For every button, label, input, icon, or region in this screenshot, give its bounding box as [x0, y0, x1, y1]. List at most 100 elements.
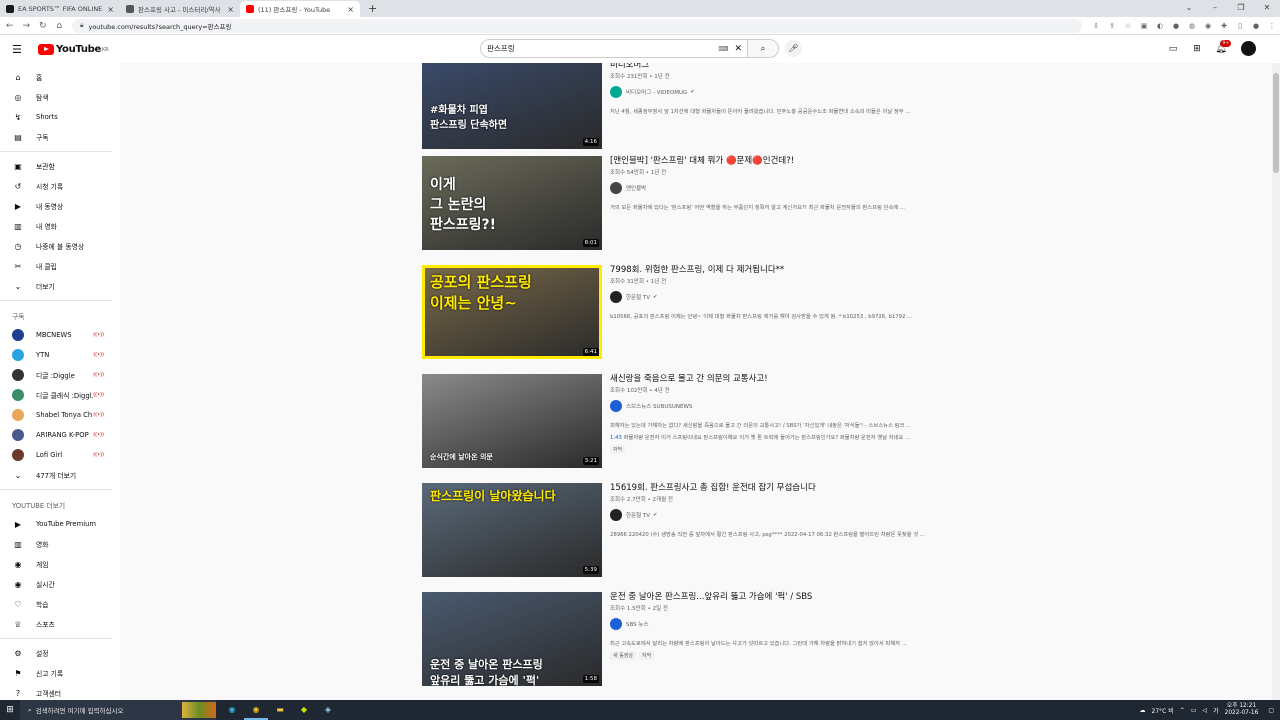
- sidebar-item[interactable]: ⚑ 신고 기록: [0, 663, 112, 683]
- subscription-item[interactable]: MBCNEWS ((•)): [0, 325, 112, 345]
- sidebar-item[interactable]: ▥ 내 영화: [0, 216, 112, 236]
- sidebar-item[interactable]: ◉ 게임: [0, 554, 112, 574]
- subscription-item[interactable]: 디글 클래식 :Diggl... ((•)): [0, 385, 112, 405]
- extension-icon[interactable]: ●: [1168, 22, 1184, 30]
- notification-center-icon[interactable]: ▢: [1268, 707, 1274, 714]
- sidebar-item[interactable]: ▶ 내 동영상: [0, 196, 112, 216]
- sidebar-item[interactable]: ▤ 구독: [0, 127, 112, 147]
- show-more-subscriptions[interactable]: ⌄ 477개 더보기: [0, 465, 112, 485]
- sidebar-item[interactable]: ♕ 스포츠: [0, 614, 112, 634]
- channel-info[interactable]: SBS 뉴스: [610, 618, 970, 630]
- video-thumbnail[interactable]: 순식간에 날아온 의문 3:21: [422, 374, 602, 468]
- puzzle-icon[interactable]: ✚: [1216, 22, 1232, 30]
- chapter-timestamp[interactable]: 1:43: [610, 435, 622, 441]
- extension-icon[interactable]: ◉: [1200, 22, 1216, 30]
- sidebar-item[interactable]: ↯ Shorts: [0, 107, 112, 127]
- sidebar-item[interactable]: ⚙ 설정: [0, 643, 112, 663]
- clear-search-icon[interactable]: ✕: [734, 44, 742, 54]
- forward-icon[interactable]: →: [20, 21, 34, 31]
- channel-name[interactable]: 비디오머그 - VIDEOMUG: [626, 88, 687, 96]
- avatar[interactable]: [1241, 41, 1256, 56]
- video-title[interactable]: 운전 중 날아온 판스프링...앞유리 뚫고 가슴에 '퍽' / SBS: [610, 592, 970, 603]
- extension-icon[interactable]: ◍: [1184, 22, 1200, 30]
- sidebar-icon[interactable]: ▯: [1232, 22, 1248, 30]
- browser-tab-active[interactable]: (11) 판스프링 - YouTube ×: [240, 1, 360, 17]
- extension-icon[interactable]: ▣: [1136, 22, 1152, 30]
- sidebar-item[interactable]: ♡ 학습: [0, 594, 112, 614]
- page-scrollbar[interactable]: [1272, 63, 1280, 700]
- channel-info[interactable]: 스브스뉴스 SUBUSUNEWS: [610, 400, 970, 412]
- channel-name[interactable]: SBS 뉴스: [626, 620, 649, 628]
- video-result[interactable]: 운전 중 날아온 판스프링 앞유리 뚫고 가슴에 '퍽' 1:58 운전 중 날아온…: [422, 592, 982, 694]
- channel-name[interactable]: 한문철 TV: [626, 293, 650, 301]
- video-title[interactable]: 15619회. 판스프링사고 총 집합! 운전대 잡기 무섭습니다: [610, 483, 970, 494]
- youtube-logo[interactable]: YouTube KR: [38, 43, 109, 55]
- sidebar-item[interactable]: ◎ 탐색: [0, 87, 112, 107]
- windows-start-icon[interactable]: ⊞: [0, 705, 20, 715]
- video-title[interactable]: 새신랑을 죽음으로 몰고 간 의문의 교통사고!: [610, 374, 970, 385]
- hamburger-menu-icon[interactable]: ☰: [12, 43, 28, 56]
- tray-arrow-icon[interactable]: ⌃: [1180, 707, 1185, 714]
- new-tab-icon[interactable]: +: [368, 1, 377, 17]
- close-icon[interactable]: ×: [107, 5, 114, 14]
- sidebar-item[interactable]: ▶ YouTube Premium: [0, 514, 112, 534]
- home-icon[interactable]: ⌂: [53, 21, 67, 31]
- channel-name[interactable]: 한문철 TV: [626, 511, 650, 519]
- channel-info[interactable]: 맨인블박: [610, 182, 970, 194]
- sidebar-item[interactable]: ▥ 영화: [0, 534, 112, 554]
- subscription-item[interactable]: Lofi Girl ((•)): [0, 445, 112, 465]
- edge-icon[interactable]: ◉: [220, 700, 244, 720]
- menu-icon[interactable]: ⋮: [1264, 22, 1280, 30]
- channel-info[interactable]: 비디오머그 - VIDEOMUG ✔: [610, 86, 970, 98]
- video-title[interactable]: 7998회. 위험한 판스프링, 이제 다 제거됩니다**: [610, 265, 970, 276]
- profile-icon[interactable]: ●: [1248, 22, 1264, 30]
- video-thumbnail[interactable]: 공포의 판스프링 이제는 안녕~ 6:41: [422, 265, 602, 359]
- back-icon[interactable]: ←: [3, 21, 17, 31]
- minimize-icon[interactable]: –: [1202, 0, 1228, 16]
- browser-tab[interactable]: 판스프링 사고 - 미스터리/역사 ×: [120, 1, 240, 17]
- video-thumbnail[interactable]: 이게 그 논란의 판스프링?! 8:01: [422, 156, 602, 250]
- video-thumbnail[interactable]: #화물차 피엽 판스프링 단속하면 4:16: [422, 63, 602, 149]
- video-title[interactable]: [맨인블박] '판스프링' 대체 뭐가 🔴문제🔴인건데?!: [610, 156, 970, 167]
- channel-info[interactable]: 한문철 TV ✔: [610, 509, 970, 521]
- video-result[interactable]: #화물차 피엽 판스프링 단속하면 4:16 비디오머그 조회수 231만회 • 1년…: [422, 63, 982, 165]
- collapse-icon[interactable]: ⌄: [1176, 0, 1202, 16]
- app-icon[interactable]: ◆: [292, 700, 316, 720]
- file-explorer-icon[interactable]: ▬: [268, 700, 292, 720]
- video-thumbnail[interactable]: 판스프링이 날아왔습니다 5:39: [422, 483, 602, 577]
- bookmark-icon[interactable]: ☆: [1120, 22, 1136, 30]
- search-button[interactable]: ⌕: [748, 39, 779, 58]
- subscription-item[interactable]: Shabel Tonya Ch ((•)): [0, 405, 112, 425]
- ime-icon[interactable]: 가: [1213, 706, 1219, 715]
- close-icon[interactable]: ×: [227, 5, 234, 14]
- close-icon[interactable]: ×: [347, 5, 354, 14]
- sidebar-item[interactable]: ⌂ 홈: [0, 67, 112, 87]
- channel-name[interactable]: 스브스뉴스 SUBUSUNEWS: [626, 402, 692, 410]
- subscription-item[interactable]: 디글 :Diggle ((•)): [0, 365, 112, 385]
- channel-info[interactable]: 한문철 TV ✔: [610, 291, 970, 303]
- reload-icon[interactable]: ↻: [36, 21, 50, 31]
- video-result[interactable]: 이게 그 논란의 판스프링?! 8:01 [맨인블박] '판스프링' 대체 뭐가 🔴…: [422, 156, 982, 258]
- sidebar-item[interactable]: ▣ 보관함: [0, 156, 112, 176]
- steam-icon[interactable]: ◈: [316, 700, 340, 720]
- notifications-bell-icon[interactable]: 🔔︎ 9+: [1209, 39, 1233, 54]
- sidebar-item[interactable]: ⌄ 더보기: [0, 276, 112, 296]
- volume-icon[interactable]: ◁: [1202, 707, 1207, 714]
- clock[interactable]: 오후 12:21 2022-07-16: [1225, 703, 1259, 717]
- video-result[interactable]: 판스프링이 날아왔습니다 5:39 15619회. 판스프링사고 총 집합! 운전대…: [422, 483, 982, 585]
- create-video-icon[interactable]: ▭: [1161, 44, 1185, 54]
- taskbar-search[interactable]: ⌕ 검색하려면 여기에 입력하십시오: [20, 700, 216, 720]
- apps-grid-icon[interactable]: ⊞: [1185, 44, 1209, 54]
- voice-search-icon[interactable]: 🎤︎: [785, 40, 802, 57]
- chrome-icon[interactable]: ◉: [244, 700, 268, 720]
- video-title[interactable]: 비디오머그: [610, 63, 970, 71]
- chapter-snippet[interactable]: 1:43 화물차량 운전자 이거 스프링이네요 판스프링이예요 이거 옛 톤 트…: [610, 433, 970, 441]
- address-bar[interactable]: 🔒︎ youtube.com/results?search_query=판스프링: [72, 18, 1082, 33]
- channel-name[interactable]: 맨인블박: [626, 184, 646, 192]
- close-window-icon[interactable]: ✕: [1254, 0, 1280, 16]
- sidebar-item[interactable]: ↺ 시청 기록: [0, 176, 112, 196]
- maximize-icon[interactable]: ❐: [1228, 0, 1254, 16]
- subscription-item[interactable]: ARIRANG K-POP ((•)): [0, 425, 112, 445]
- install-icon[interactable]: ⇩: [1088, 22, 1104, 30]
- scrollbar-thumb[interactable]: [1273, 73, 1279, 173]
